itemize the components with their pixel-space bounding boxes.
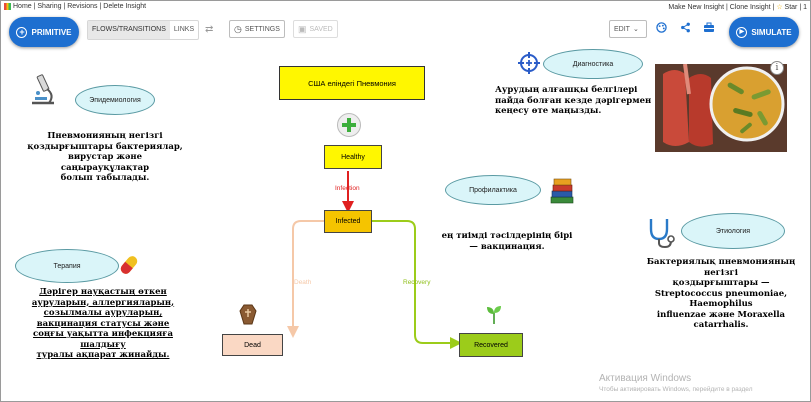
target-icon: [517, 51, 541, 80]
note-line: болып табылады.: [60, 173, 150, 183]
settings-label: SETTINGS: [244, 25, 280, 33]
settings-button[interactable]: ◷ SETTINGS: [229, 20, 285, 38]
info-icon[interactable]: i: [770, 61, 784, 75]
note-line: шалдығу: [80, 339, 126, 350]
books-icon: [549, 177, 575, 210]
flow-label-recovery[interactable]: Recovery: [403, 279, 430, 286]
note-line: influenzae және Moraxella catarrhalis.: [656, 309, 786, 331]
flow-label-death[interactable]: Death: [294, 279, 311, 286]
note-prophylaxis[interactable]: ең тиімді тәсілдерінің бірі — вакцинация…: [429, 231, 585, 252]
ellipse-diagnostics[interactable]: Диагностика: [543, 49, 643, 79]
simulate-label: SIMULATE: [751, 27, 792, 37]
stock-dead[interactable]: Dead: [222, 334, 283, 356]
lungs-bacteria-image: [655, 64, 787, 152]
note-line: — вакцинация.: [469, 241, 545, 252]
simulate-button[interactable]: ▶ SIMULATE: [729, 17, 799, 47]
share-icon[interactable]: [680, 22, 691, 36]
stethoscope-icon: [645, 217, 675, 254]
stock-healthy[interactable]: Healthy: [324, 145, 382, 169]
top-left-links: Home | Sharing | Revisions | Delete Insi…: [4, 3, 146, 10]
sprout-icon: [485, 303, 503, 330]
top-link-bar: Home | Sharing | Revisions | Delete Insi…: [1, 1, 810, 13]
chevron-down-icon: ⌄: [632, 26, 639, 33]
ellipse-etiology[interactable]: Этиология: [681, 213, 785, 249]
edit-dropdown[interactable]: EDIT ⌄: [609, 20, 647, 38]
note-line: вирустар және саңырауқұлақтар: [60, 152, 150, 173]
note-line: вакцинация статусы және: [36, 318, 170, 329]
ellipse-epidemiology[interactable]: Эпидемиология: [75, 85, 155, 115]
note-line: ауруларын, аллергияларын,: [31, 297, 175, 308]
note-line: кеңесу өте маңызды.: [495, 106, 602, 116]
swap-icon[interactable]: ⇄: [205, 24, 213, 35]
note-line: ең тиімді тәсілдерінің бірі: [441, 231, 573, 241]
toolbox-icon[interactable]: [703, 22, 715, 36]
pill-icon: [117, 253, 141, 282]
insightmaker-logo-icon: [4, 3, 11, 10]
note-epidemiology[interactable]: Пневмонияның негізгі қоздырғыштары бакте…: [25, 131, 185, 184]
note-line: соңғы уақытта инфекцияға: [33, 329, 173, 339]
note-therapy[interactable]: Дәрігер науқастың өткен ауруларын, аллер…: [21, 287, 185, 361]
toolbar: + PRIMITIVE FLOWS/TRANSITIONS LINKS ⇄ ◷ …: [1, 13, 810, 49]
add-circle-icon: +: [16, 26, 28, 38]
saved-button[interactable]: ▣ SAVED: [293, 20, 338, 38]
note-etiology[interactable]: Бактериялық пневмонияның негізгі қоздырғ…: [633, 257, 809, 331]
note-line: Аурудың алғашқы белгілері: [495, 85, 638, 95]
note-line: туралы ақпарат жинайды.: [36, 350, 170, 360]
note-line: Дәрігер науқастың өткен: [39, 287, 167, 297]
palette-icon[interactable]: [656, 22, 667, 36]
star-label[interactable]: Star: [785, 4, 798, 11]
tab-flows-transitions[interactable]: FLOWS/TRANSITIONS: [88, 21, 170, 39]
play-icon: ▶: [736, 26, 748, 38]
clock-icon: ◷: [234, 23, 242, 34]
nav-links[interactable]: Home | Sharing | Revisions | Delete Insi…: [13, 3, 146, 10]
note-line: қоздырғыштары бактериялар,: [27, 141, 183, 152]
note-line: Пневмонияның негізгі: [47, 131, 163, 141]
model-canvas[interactable]: США еліндегі Пневмония Healthy Infected …: [1, 49, 810, 401]
edit-label: EDIT: [614, 25, 630, 33]
saved-label: SAVED: [309, 25, 333, 33]
tab-links[interactable]: LINKS: [170, 21, 198, 39]
save-icon: ▣: [298, 23, 307, 34]
plus-icon: [337, 113, 361, 137]
top-right-links: Make New Insight | Clone Insight | ☆ Sta…: [668, 3, 807, 11]
note-line: созылмалы ауруларын,: [43, 308, 163, 318]
death-flow: [287, 220, 324, 338]
note-line: Streptococcus pneumoniae, Haemophilus: [654, 288, 788, 310]
windows-activation-watermark: Активация Windows Чтобы активировать Win…: [599, 373, 753, 393]
model-title[interactable]: США еліндегі Пневмония: [279, 66, 425, 100]
primitive-label: PRIMITIVE: [31, 27, 72, 37]
insight-links[interactable]: Make New Insight | Clone Insight |: [668, 4, 776, 11]
watermark-subtitle: Чтобы активировать Windows, перейдите в …: [599, 386, 753, 393]
note-line: қоздырғыштары —: [672, 278, 770, 288]
note-line: пайда болған кезде дәрігермен: [495, 95, 652, 106]
coffin-icon: [237, 303, 259, 330]
primitive-button[interactable]: + PRIMITIVE: [9, 17, 79, 47]
insight-window: Home | Sharing | Revisions | Delete Insi…: [0, 0, 811, 402]
stock-recovered[interactable]: Recovered: [459, 333, 523, 357]
ellipse-therapy[interactable]: Терапия: [15, 249, 119, 283]
star-count: | 1: [799, 4, 807, 11]
microscope-icon: [27, 73, 59, 112]
flow-label-infection[interactable]: Infection: [335, 185, 360, 192]
note-diagnostics[interactable]: Аурудың алғашқы белгілері пайда болған к…: [495, 85, 661, 117]
watermark-title: Активация Windows: [599, 373, 692, 384]
ellipse-prophylaxis[interactable]: Профилактика: [445, 175, 541, 205]
connection-tabs: FLOWS/TRANSITIONS LINKS: [87, 20, 200, 40]
note-line: Бактериялық пневмонияның негізгі: [646, 257, 796, 278]
star-icon[interactable]: ☆: [776, 4, 782, 11]
stock-infected[interactable]: Infected: [324, 210, 372, 233]
